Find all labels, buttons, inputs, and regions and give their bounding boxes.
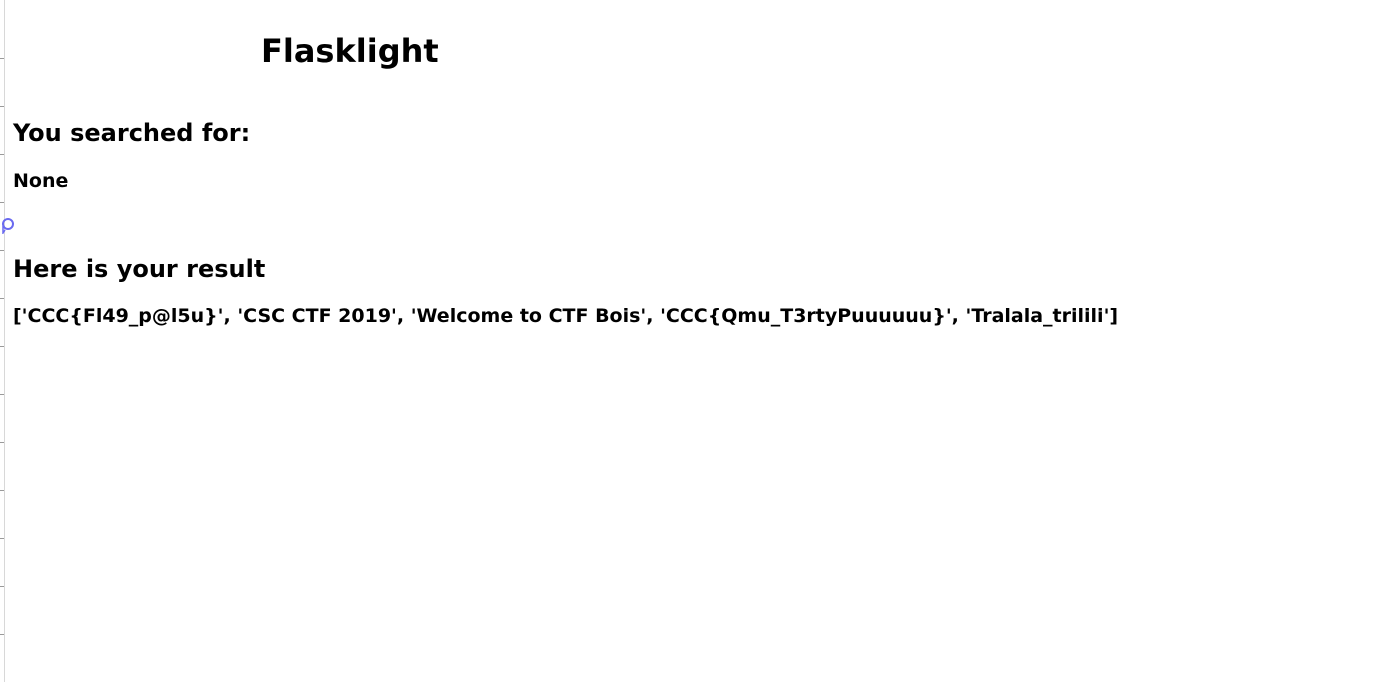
edge-tick xyxy=(0,106,4,107)
edge-tick xyxy=(0,538,4,539)
loading-cursor-icon xyxy=(2,218,14,234)
edge-tick xyxy=(0,634,4,635)
edge-tick xyxy=(0,394,4,395)
searched-heading: You searched for: xyxy=(13,119,251,147)
page-title: Flasklight xyxy=(261,32,439,70)
left-window-edge xyxy=(0,0,5,682)
edge-tick xyxy=(0,490,4,491)
result-list-value: ['CCC{Fl49_p@l5u}', 'CSC CTF 2019', 'Wel… xyxy=(13,305,1119,327)
edge-tick xyxy=(0,586,4,587)
search-term-value: None xyxy=(13,170,69,192)
edge-tick xyxy=(0,250,4,251)
edge-tick xyxy=(0,346,4,347)
edge-tick xyxy=(0,58,4,59)
edge-tick xyxy=(0,298,4,299)
edge-tick xyxy=(0,154,4,155)
edge-tick xyxy=(0,202,4,203)
result-heading: Here is your result xyxy=(13,255,266,283)
edge-tick xyxy=(0,442,4,443)
